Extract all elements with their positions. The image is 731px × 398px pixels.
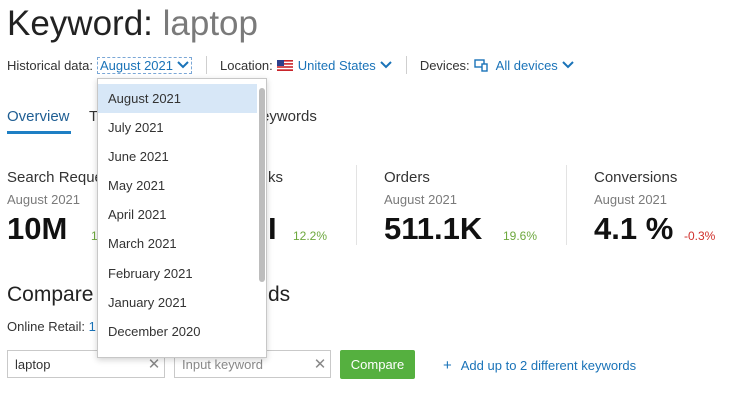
card-clicks-label: ks [268, 169, 283, 186]
card-divider [566, 165, 567, 245]
menu-option[interactable]: February 2021 [98, 259, 257, 288]
title-prefix: Keyword: [7, 4, 163, 43]
menu-option[interactable]: January 2021 [98, 288, 257, 317]
filter-divider [405, 56, 407, 74]
filters-bar: Historical data: August 2021 Location: U… [7, 55, 574, 75]
menu-option[interactable]: May 2021 [98, 171, 257, 200]
devices-label: Devices: [419, 57, 470, 73]
devices-icon [473, 58, 488, 72]
chevron-down-icon [177, 61, 189, 69]
chevron-down-icon [562, 61, 574, 69]
page-title: Keyword: laptop [7, 2, 258, 46]
card-conversions-delta: -0.3% [684, 229, 716, 243]
title-keyword: laptop [162, 4, 258, 43]
historical-data-label: Historical data: [7, 57, 93, 73]
us-flag-icon [276, 59, 293, 71]
menu-scrollbar[interactable] [259, 88, 265, 282]
card-clicks-value: I [268, 211, 277, 246]
clear-icon[interactable]: ✕ [310, 355, 330, 373]
location-label: Location: [220, 57, 273, 73]
historical-data-menu[interactable]: August 2021 July 2021 June 2021 May 2021… [97, 78, 267, 358]
card-clicks-delta: 12.2% [293, 229, 328, 243]
card-search-requests-value: 10M [7, 211, 68, 246]
location-dropdown[interactable]: United States [276, 57, 392, 73]
card-orders-label: Orders [384, 169, 430, 186]
menu-option[interactable]: December 2020 [98, 317, 257, 346]
add-keywords-text: Add up to 2 different keywords [460, 358, 637, 373]
menu-option[interactable]: March 2021 [98, 229, 257, 258]
card-search-requests-label: Search Reque [7, 169, 103, 186]
location-value: United States [297, 57, 376, 73]
devices-dropdown[interactable]: All devices [473, 57, 574, 73]
compare-button[interactable]: Compare [340, 350, 415, 379]
tab-overview[interactable]: Overview [7, 108, 70, 125]
keyword-input-1-value: laptop [15, 356, 51, 372]
card-search-requests-period: August 2021 [7, 192, 81, 207]
menu-option[interactable]: June 2021 [98, 142, 257, 171]
compare-title: Compare [7, 283, 94, 306]
card-conversions-period: August 2021 [594, 192, 668, 207]
historical-data-value: August 2021 [99, 57, 173, 73]
chevron-down-icon [380, 61, 392, 69]
plus-icon: + [443, 357, 452, 374]
online-retail: Online Retail: 1 [7, 319, 96, 334]
add-keywords-link[interactable]: + Add up to 2 different keywords [443, 357, 636, 374]
online-retail-label: Online Retail: [7, 319, 86, 334]
menu-option[interactable]: August 2021 [98, 84, 257, 113]
keyword-input-2-placeholder: Input keyword [182, 356, 263, 372]
menu-option[interactable]: July 2021 [98, 113, 257, 142]
devices-value: All devices [495, 57, 558, 73]
historical-data-dropdown[interactable]: August 2021 [96, 56, 192, 74]
card-divider [356, 165, 357, 245]
tab-active-indicator [7, 131, 71, 134]
card-orders-value: 511.1K [384, 211, 483, 246]
tab-keywords[interactable]: eywords [261, 108, 317, 125]
online-retail-value[interactable]: 1 [89, 319, 96, 334]
card-orders-delta: 19.6% [503, 229, 538, 243]
card-orders-period: August 2021 [384, 192, 458, 207]
card-conversions-value: 4.1 % [594, 211, 674, 246]
filter-divider [206, 56, 207, 74]
menu-option[interactable]: April 2021 [98, 200, 257, 229]
compare-title-suffix: ds [268, 283, 291, 306]
card-conversions-label: Conversions [594, 169, 678, 186]
